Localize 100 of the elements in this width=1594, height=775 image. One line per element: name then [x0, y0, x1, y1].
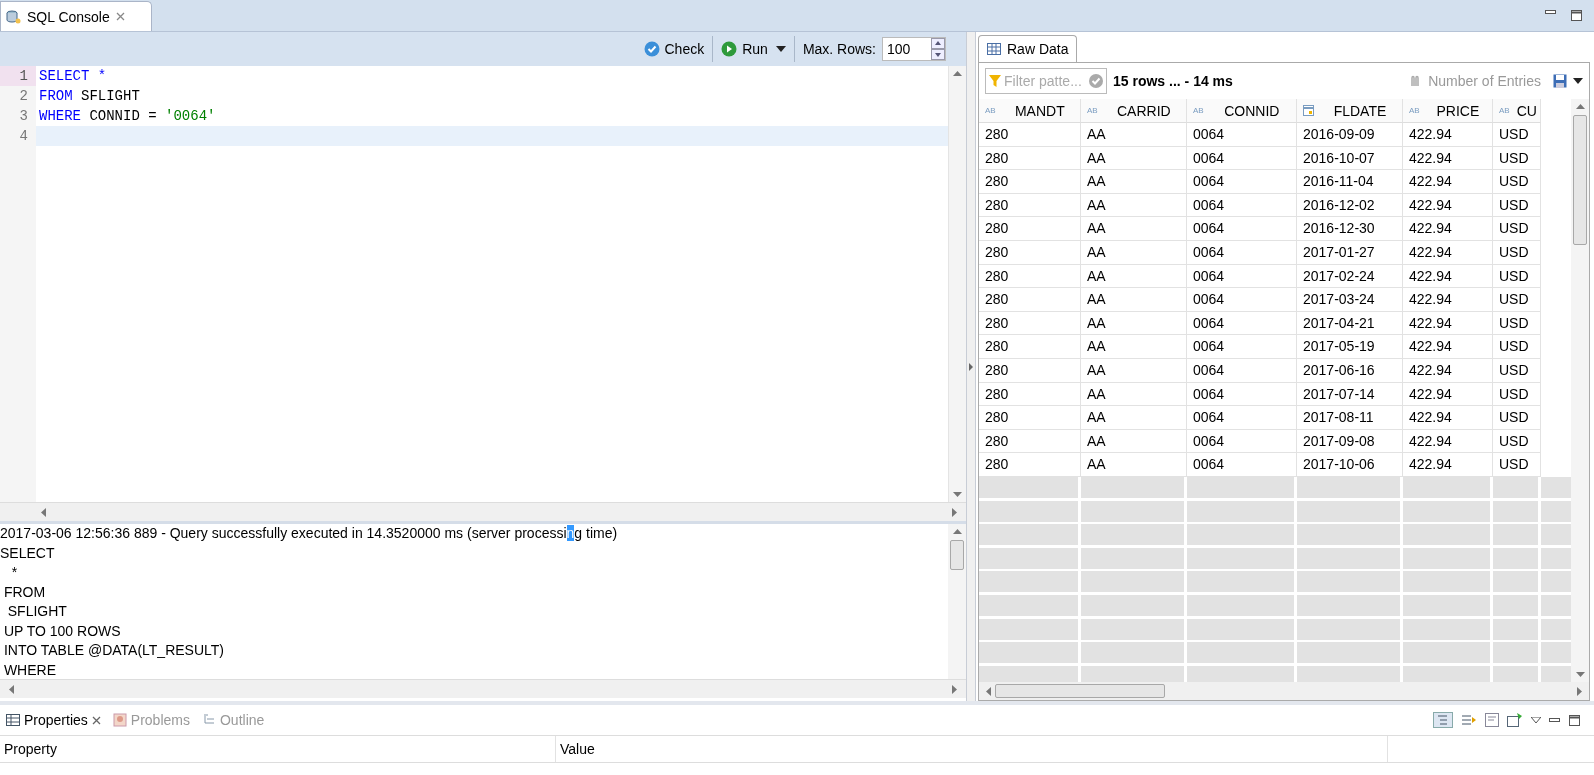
table-cell: 422.94 [1403, 311, 1493, 336]
table-cell: 422.94 [1403, 240, 1493, 265]
table-cell: 422.94 [1403, 123, 1493, 147]
scroll-down-icon [953, 492, 962, 498]
table-cell: 422.94 [1403, 453, 1493, 477]
table-cell: 422.94 [1403, 406, 1493, 430]
table-cell: 280 [979, 382, 1081, 407]
close-icon [91, 715, 101, 725]
funnel-icon [989, 75, 1001, 87]
table-cell: AA [1081, 217, 1187, 241]
table-cell: 0064 [1187, 217, 1297, 241]
table-cell: 422.94 [1403, 146, 1493, 171]
database-icon [5, 8, 21, 25]
editor-tab[interactable]: SQL Console [0, 1, 152, 31]
horizontal-scrollbar[interactable] [0, 502, 966, 521]
column-header[interactable]: AB CU [1493, 99, 1541, 123]
type-label: AB [985, 106, 996, 115]
run-icon [721, 41, 738, 57]
table-cell: USD [1493, 170, 1541, 194]
vertical-scrollbar[interactable] [948, 66, 966, 502]
log-line: * [10, 563, 19, 582]
table-cell: AA [1081, 146, 1187, 171]
table-cell: 280 [979, 406, 1081, 430]
check-icon [643, 41, 660, 57]
scroll-right-icon [952, 684, 958, 694]
table-cell: 422.94 [1403, 193, 1493, 218]
table-cell: 0064 [1187, 453, 1297, 477]
result-summary: 15 rows ... - 14 ms [1113, 73, 1233, 89]
categories-icon [1433, 712, 1453, 728]
scroll-thumb[interactable] [995, 684, 1165, 698]
restore-default-icon [1485, 713, 1499, 727]
table-cell: 2017-03-24 [1297, 288, 1403, 312]
horizontal-scrollbar[interactable] [979, 682, 1589, 700]
minimize-icon [1545, 10, 1557, 15]
log-line: FROM [2, 582, 47, 602]
raw-data-tab[interactable]: Raw Data [978, 35, 1078, 62]
filter-properties-icon [1461, 713, 1477, 727]
type-label: AB [1087, 106, 1098, 115]
scroll-thumb[interactable] [950, 540, 964, 570]
table-cell: USD [1493, 406, 1541, 430]
column-header[interactable]: FLDATE [1297, 99, 1403, 123]
table-cell: 280 [979, 146, 1081, 171]
column-header[interactable]: Property [0, 736, 556, 762]
table-cell: USD [1493, 146, 1541, 171]
table-cell: USD [1493, 429, 1541, 454]
column-header[interactable]: AB MANDT [979, 99, 1081, 123]
splitter[interactable] [967, 32, 976, 701]
table-cell: 0064 [1187, 240, 1297, 265]
collapse-arrow-icon [969, 362, 973, 371]
column-header[interactable]: AB CARRID [1081, 99, 1187, 123]
run-button[interactable]: Run [713, 35, 776, 63]
table-cell: 422.94 [1403, 264, 1493, 289]
table-cell: 280 [979, 288, 1081, 312]
table-cell: 2017-06-16 [1297, 358, 1403, 383]
vertical-scrollbar[interactable] [1571, 99, 1589, 682]
table-cell: USD [1493, 382, 1541, 407]
table-cell: 280 [979, 335, 1081, 359]
scroll-thumb[interactable] [1573, 115, 1587, 245]
log-line: SFLIGHT [6, 602, 68, 621]
calendar-icon [1303, 105, 1314, 116]
table-cell: USD [1493, 311, 1541, 336]
minimize-icon [1549, 717, 1561, 723]
table-cell: 0064 [1187, 288, 1297, 312]
table-cell: USD [1493, 358, 1541, 383]
warning-list-icon [112, 713, 127, 727]
scroll-left-icon [8, 684, 14, 694]
table-cell: AA [1081, 382, 1187, 407]
table-cell: AA [1081, 193, 1187, 218]
table-cell: 422.94 [1403, 217, 1493, 241]
column-header[interactable]: AB PRICE [1403, 99, 1493, 123]
horizontal-scrollbar[interactable] [0, 679, 966, 698]
table-cell: AA [1081, 358, 1187, 383]
log-line: INTO TABLE @DATA(LT_RESULT) [2, 641, 225, 660]
table-cell: 280 [979, 240, 1081, 265]
table-cell: AA [1081, 123, 1187, 147]
column-header[interactable]: AB CONNID [1187, 99, 1297, 123]
table-cell: AA [1081, 264, 1187, 289]
table-cell: AA [1081, 288, 1187, 312]
vertical-scrollbar[interactable] [948, 524, 966, 679]
table-cell: 0064 [1187, 429, 1297, 454]
column-header[interactable]: Value [556, 736, 1388, 762]
table-cell: USD [1493, 264, 1541, 289]
table-cell: AA [1081, 311, 1187, 336]
type-label: AB [1193, 106, 1204, 115]
filter-field[interactable]: Filter patte... [985, 68, 1107, 94]
save-icon [1553, 74, 1567, 88]
scroll-down-icon [1575, 672, 1585, 678]
table-cell: 2017-08-11 [1297, 406, 1403, 430]
check-button[interactable]: Check [635, 35, 713, 63]
table-cell: 280 [979, 311, 1081, 336]
type-label: AB [1409, 106, 1420, 115]
table-cell: 280 [979, 453, 1081, 477]
table-cell: 2016-11-04 [1297, 170, 1403, 194]
max-rows-spinner[interactable]: 100 [882, 37, 946, 61]
table-cell: AA [1081, 406, 1187, 430]
table-cell: 2016-09-09 [1297, 123, 1403, 147]
table-cell: 2016-10-07 [1297, 146, 1403, 171]
line-number: 4 [18, 127, 29, 146]
scroll-right-icon [952, 507, 958, 517]
table-cell: 422.94 [1403, 335, 1493, 359]
